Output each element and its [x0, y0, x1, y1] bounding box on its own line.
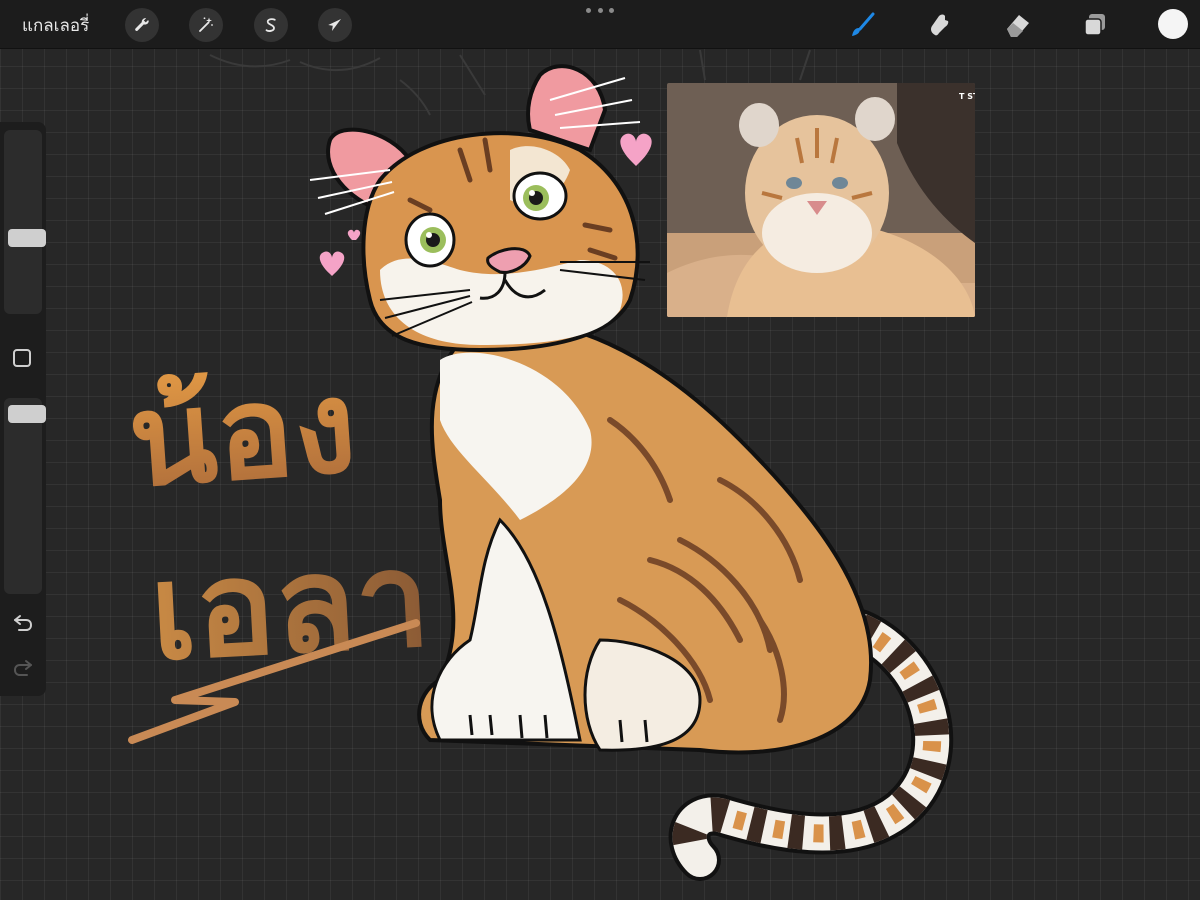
brush-icon — [852, 12, 875, 36]
brush-size-slider[interactable] — [4, 130, 46, 314]
color-picker-button[interactable] — [1158, 9, 1188, 39]
opacity-thumb[interactable] — [8, 405, 46, 423]
dot-icon — [609, 7, 614, 13]
opacity-slider[interactable] — [4, 398, 46, 594]
actions-button[interactable] — [125, 8, 159, 42]
more-options-button[interactable] — [586, 2, 614, 18]
layers-button[interactable] — [1078, 8, 1112, 42]
reference-tiger-photo: T STAR — [667, 83, 975, 317]
reference-watermark: T STAR — [959, 92, 975, 101]
tiger-body — [417, 320, 874, 755]
top-toolbar: แกลเลอรี่ — [0, 0, 1200, 49]
magic-wand-icon — [199, 17, 213, 32]
selection-button[interactable] — [254, 8, 288, 42]
artwork-layer: น้อง เอลา — [124, 49, 954, 881]
redo-icon[interactable] — [11, 655, 35, 679]
tiger-head — [309, 64, 650, 353]
transform-button[interactable] — [318, 8, 352, 42]
dot-icon — [586, 7, 591, 13]
brush-tool-button[interactable] — [845, 8, 879, 42]
eraser-tool-button[interactable] — [1000, 8, 1034, 42]
eraser-icon — [1007, 15, 1029, 37]
drawing-canvas[interactable]: น้อง เอลา T S — [0, 0, 1200, 900]
smudge-tool-button[interactable] — [922, 8, 956, 42]
reference-image-window[interactable]: T STAR — [667, 83, 975, 317]
brush-size-thumb[interactable] — [8, 229, 46, 247]
modify-button[interactable] — [13, 349, 31, 367]
layers-icon — [1084, 14, 1105, 36]
dot-icon — [597, 7, 603, 13]
arrow-cursor-icon — [328, 19, 341, 31]
left-sidebar — [0, 122, 46, 696]
selection-s-icon — [265, 18, 276, 32]
smudge-icon — [931, 14, 949, 36]
artwork-text-nong: น้อง — [124, 352, 361, 516]
undo-icon[interactable] — [11, 610, 35, 634]
wrench-icon — [135, 18, 149, 31]
adjustments-button[interactable] — [189, 8, 223, 42]
gallery-button[interactable]: แกลเลอรี่ — [22, 12, 89, 39]
